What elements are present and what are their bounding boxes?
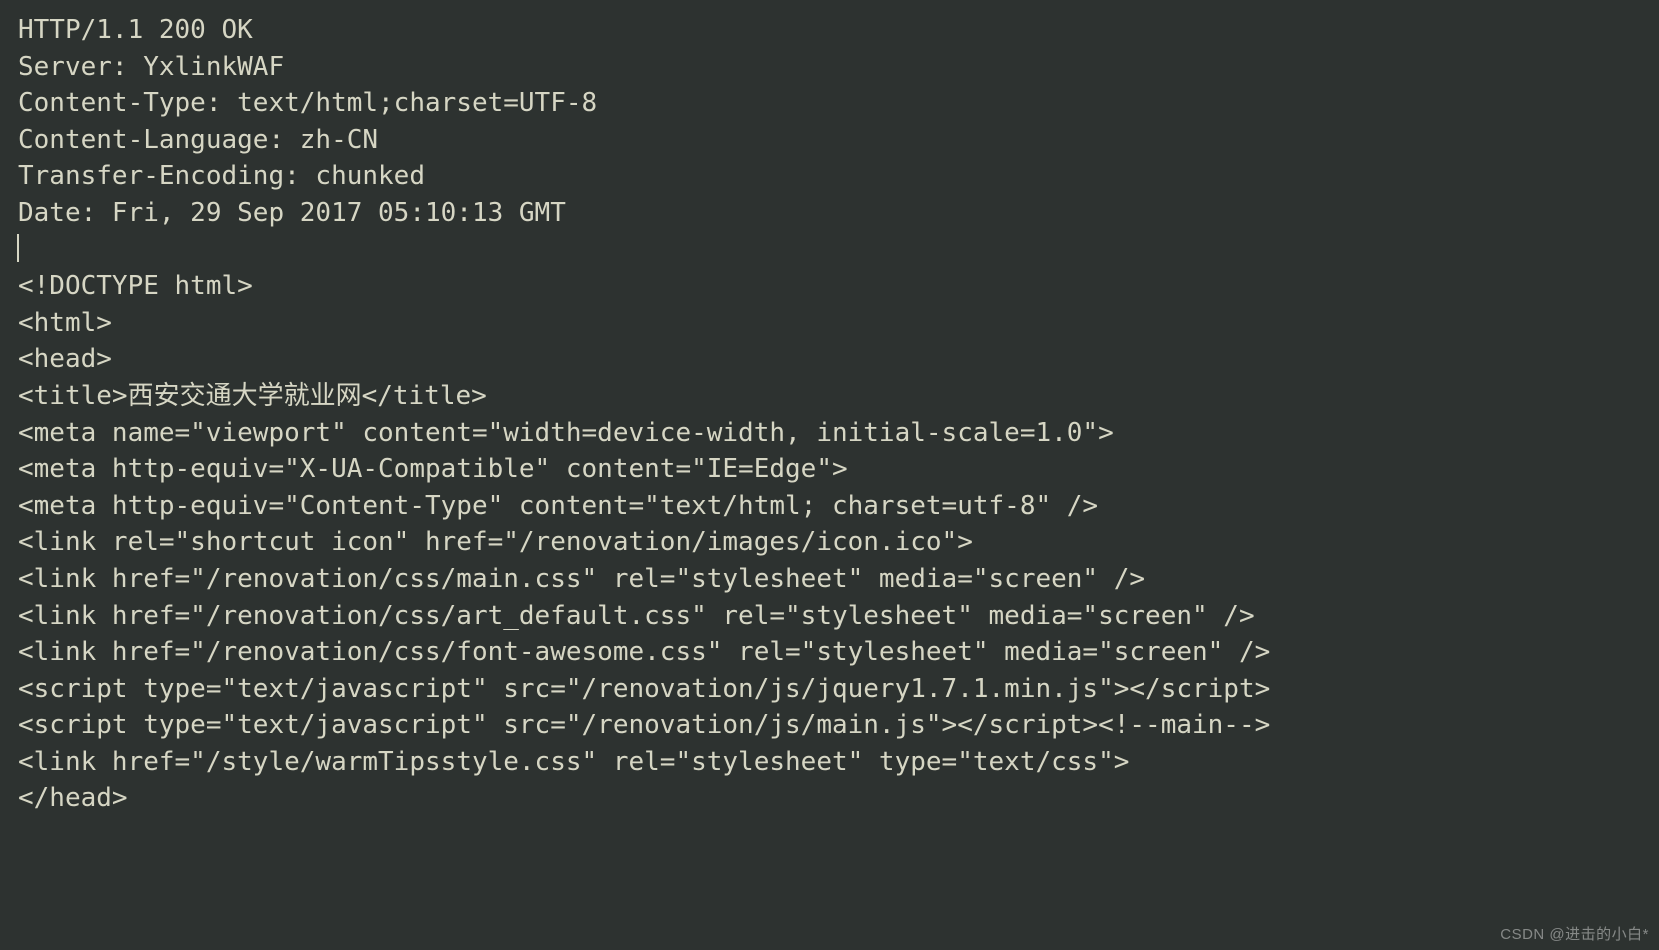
code-line: <title>西安交通大学就业网</title>	[18, 381, 487, 411]
code-line: <link href="/renovation/css/art_default.…	[18, 601, 1255, 631]
text-cursor	[17, 234, 19, 262]
watermark: CSDN @进击的小白*	[1500, 923, 1649, 944]
code-line: <link href="/renovation/css/font-awesome…	[18, 637, 1270, 667]
code-line: Server: YxlinkWAF	[18, 52, 284, 82]
terminal-output[interactable]: HTTP/1.1 200 OK Server: YxlinkWAF Conten…	[0, 0, 1659, 829]
code-line: <link href="/style/warmTipsstyle.css" re…	[18, 747, 1129, 777]
code-line: Transfer-Encoding: chunked	[18, 161, 425, 191]
code-line: <meta name="viewport" content="width=dev…	[18, 418, 1114, 448]
code-line: Date: Fri, 29 Sep 2017 05:10:13 GMT	[18, 198, 566, 228]
code-line: <head>	[18, 344, 112, 374]
code-line: <meta http-equiv="Content-Type" content=…	[18, 491, 1098, 521]
code-line: <!DOCTYPE html>	[18, 271, 253, 301]
code-line: HTTP/1.1 200 OK	[18, 15, 253, 45]
code-line: <link rel="shortcut icon" href="/renovat…	[18, 527, 973, 557]
code-line: <html>	[18, 308, 112, 338]
code-line: <meta http-equiv="X-UA-Compatible" conte…	[18, 454, 848, 484]
code-line: Content-Language: zh-CN	[18, 125, 378, 155]
code-line: <link href="/renovation/css/main.css" re…	[18, 564, 1145, 594]
code-line: </head>	[18, 783, 128, 813]
code-line: <script type="text/javascript" src="/ren…	[18, 674, 1270, 704]
code-line: Content-Type: text/html;charset=UTF-8	[18, 88, 597, 118]
code-line: <script type="text/javascript" src="/ren…	[18, 710, 1270, 740]
